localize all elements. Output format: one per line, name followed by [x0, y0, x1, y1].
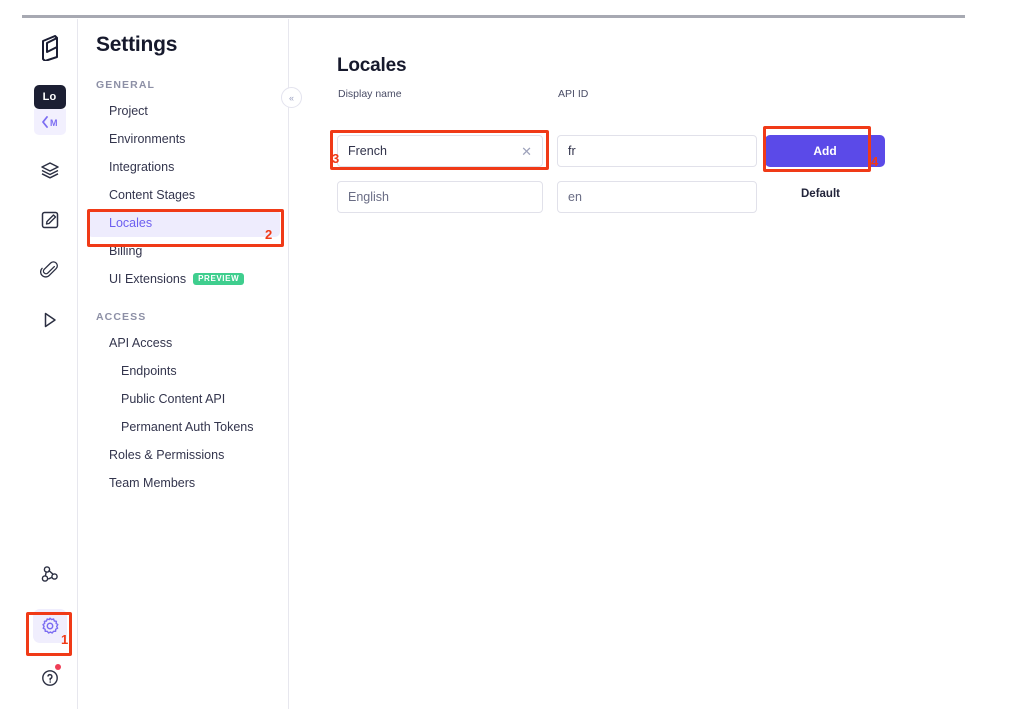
content-editor-icon[interactable]: [33, 203, 67, 237]
hygraph-logo-icon[interactable]: [33, 31, 67, 65]
sidebar-item-endpoints[interactable]: Endpoints: [87, 357, 280, 385]
sidebar-item-roles-permissions[interactable]: Roles & Permissions: [87, 441, 280, 469]
nav-section-access: ACCESS: [96, 311, 147, 323]
sidebar-item-billing[interactable]: Billing: [87, 237, 280, 265]
sidebar-item-label: Roles & Permissions: [109, 448, 225, 462]
nav-tooltip: Lo: [33, 85, 66, 109]
help-button[interactable]: [33, 661, 67, 695]
existing-locale-api-id-value: en: [568, 190, 582, 204]
close-icon[interactable]: ✕: [521, 145, 532, 158]
default-locale-label: Default: [801, 188, 840, 200]
preview-badge: PREVIEW: [193, 273, 245, 285]
sidebar-item-label: Endpoints: [121, 364, 177, 378]
collapse-sidebar-button[interactable]: «: [281, 87, 302, 108]
existing-locale-display-name-input[interactable]: English: [337, 181, 543, 213]
sidebar-item-api-access[interactable]: API Access: [87, 329, 280, 357]
chevron-left-double-icon: «: [288, 92, 294, 103]
add-button-label: Add: [813, 144, 837, 158]
help-icon[interactable]: [33, 661, 67, 695]
sidebar-item-ui-extensions[interactable]: UI Extensions PREVIEW: [87, 265, 280, 293]
sidebar-item-label: Content Stages: [109, 188, 196, 202]
window-top-divider: [22, 15, 965, 18]
display-name-value: French: [348, 144, 387, 158]
sidebar-item-label: Project: [109, 104, 148, 118]
api-id-column-label: API ID: [558, 88, 589, 100]
display-name-input[interactable]: French ✕: [337, 135, 543, 167]
page-title: Settings: [96, 33, 178, 56]
sidebar-item-label: Permanent Auth Tokens: [121, 420, 254, 434]
sidebar-item-project[interactable]: Project: [87, 97, 280, 125]
webhooks-icon[interactable]: [33, 557, 67, 591]
add-button[interactable]: Add: [765, 135, 885, 167]
nav-section-general: GENERAL: [96, 79, 156, 91]
settings-sidebar: Settings GENERAL Project Environments In…: [79, 19, 289, 709]
sidebar-item-label: Integrations: [109, 160, 175, 174]
sidebar-item-locales[interactable]: Locales: [87, 209, 280, 237]
sidebar-item-public-content-api[interactable]: Public Content API: [87, 385, 280, 413]
sidebar-item-environments[interactable]: Environments: [87, 125, 280, 153]
sidebar-item-label: Environments: [109, 132, 186, 146]
sidebar-item-label: API Access: [109, 336, 173, 350]
existing-locale-api-id-input[interactable]: en: [557, 181, 757, 213]
main-content: Locales Display name API ID French ✕ fr …: [289, 19, 1024, 709]
sidebar-item-permanent-auth-tokens[interactable]: Permanent Auth Tokens: [87, 413, 280, 441]
app-root: Lo M Settings GENERAL Project Environmen…: [0, 0, 1024, 709]
annotation-number-1: 1: [61, 632, 69, 647]
api-id-value: fr: [568, 144, 576, 158]
assets-icon[interactable]: [33, 253, 67, 287]
sidebar-item-team-members[interactable]: Team Members: [87, 469, 280, 497]
api-id-input[interactable]: fr: [557, 135, 757, 167]
sidebar-item-label: Locales: [109, 216, 153, 230]
existing-locale-display-name-value: English: [348, 190, 389, 204]
sidebar-item-label: Billing: [109, 244, 143, 258]
annotation-number-4: 4: [871, 154, 879, 169]
api-playground-icon[interactable]: [33, 303, 67, 337]
display-name-column-label: Display name: [338, 88, 402, 100]
annotation-number-2: 2: [265, 227, 273, 242]
sidebar-item-label: Team Members: [109, 476, 196, 490]
svg-text:M: M: [50, 118, 58, 128]
schema-icon[interactable]: [33, 153, 67, 187]
sidebar-item-content-stages[interactable]: Content Stages: [87, 181, 280, 209]
sidebar-item-label: UI Extensions: [109, 272, 187, 286]
sidebar-item-label: Public Content API: [121, 392, 226, 406]
locales-heading: Locales: [337, 55, 407, 76]
content-nav-with-tooltip[interactable]: Lo M: [33, 85, 67, 137]
app-icon-rail: Lo M: [22, 19, 78, 709]
sidebar-item-integrations[interactable]: Integrations: [87, 153, 280, 181]
help-notification-dot: [55, 664, 61, 670]
content-icon[interactable]: M: [33, 109, 66, 135]
annotation-number-3: 3: [332, 151, 340, 166]
